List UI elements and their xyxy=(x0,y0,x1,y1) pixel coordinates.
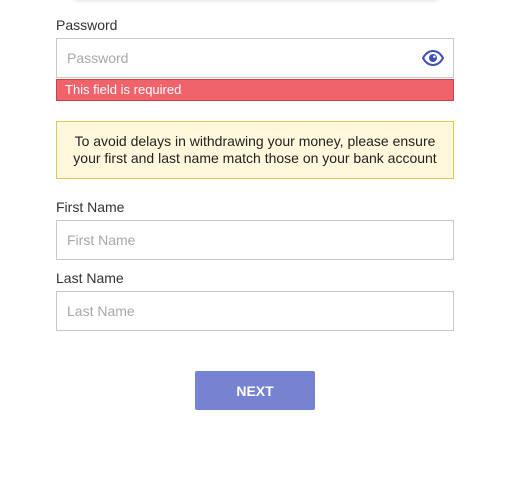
last-name-input[interactable] xyxy=(57,292,453,330)
first-name-field-wrapper xyxy=(56,220,454,260)
last-name-label: Last Name xyxy=(56,270,124,286)
password-input[interactable] xyxy=(57,39,453,77)
signup-form: Password This field is required To avoid… xyxy=(0,0,512,498)
eye-icon[interactable] xyxy=(421,49,445,67)
password-label: Password xyxy=(56,17,118,33)
first-name-input[interactable] xyxy=(57,221,453,259)
notice-line-2: your first and last name match those on … xyxy=(73,150,437,166)
first-name-label: First Name xyxy=(56,199,125,215)
password-error-message: This field is required xyxy=(56,79,454,101)
next-button[interactable]: NEXT xyxy=(195,371,315,410)
last-name-field-wrapper xyxy=(56,291,454,331)
notice-line-1: To avoid delays in withdrawing your mone… xyxy=(74,133,436,149)
password-field-wrapper xyxy=(56,38,454,78)
name-match-notice: To avoid delays in withdrawing your mone… xyxy=(56,121,454,179)
